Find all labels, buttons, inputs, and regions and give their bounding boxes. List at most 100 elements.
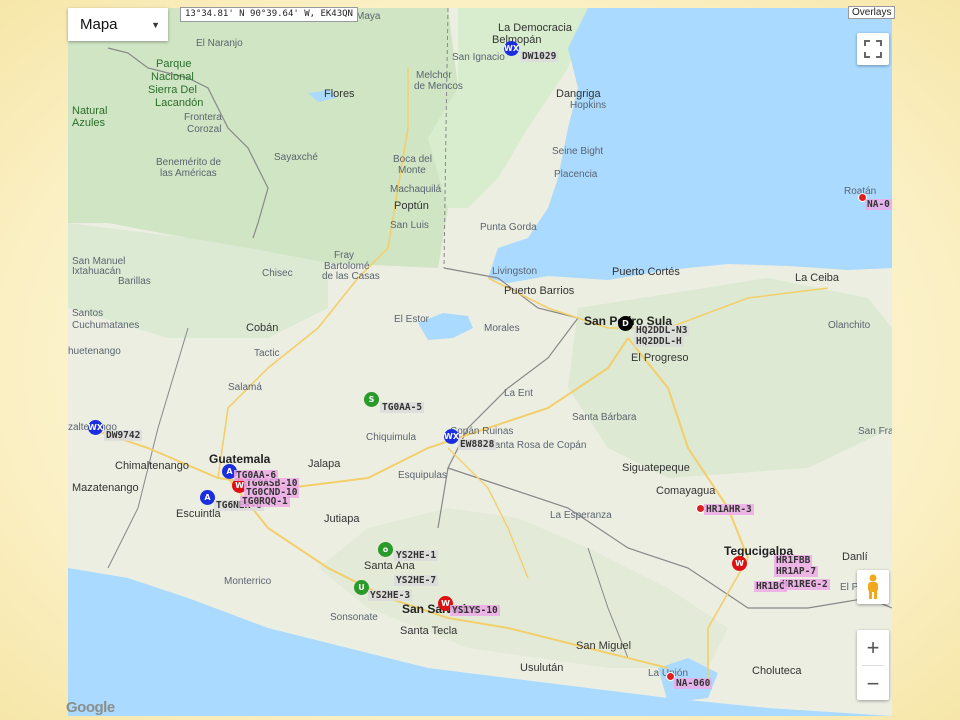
wide-area-digi-icon[interactable]: W xyxy=(732,556,747,571)
place-barillas: Barillas xyxy=(118,276,151,287)
place-ixtahuacan: Ixtahuacán xyxy=(72,266,121,277)
place-siguatepeque: Siguatepeque xyxy=(622,462,690,474)
place-sayaxche: Sayaxché xyxy=(274,152,318,163)
overlays-button[interactable]: Overlays xyxy=(848,6,896,19)
station-label[interactable]: TG0AA-6 xyxy=(234,470,279,481)
place-jutiapa: Jutiapa xyxy=(324,513,360,525)
star-station-icon[interactable]: S xyxy=(364,392,379,407)
place-puerto-barrios: Puerto Barrios xyxy=(504,285,575,297)
station-label[interactable]: YS2HE-3 xyxy=(368,590,413,601)
place-usulutan: Usulután xyxy=(520,662,564,674)
place-chiquimula: Chiquimula xyxy=(366,432,417,443)
place-azules: Azules xyxy=(72,117,106,129)
station-label[interactable]: HR1BC xyxy=(754,581,787,592)
station-label[interactable]: YS2HE-7 xyxy=(394,575,439,586)
place-jalapa: Jalapa xyxy=(308,458,341,470)
place-santa-ana: Santa Ana xyxy=(364,560,415,572)
place-fray: Fray xyxy=(334,250,354,261)
place-san-francisco: San Franc xyxy=(858,426,892,437)
map-type-label: Mapa xyxy=(80,16,118,33)
place-seine-bight: Seine Bight xyxy=(552,146,604,157)
street-view-button[interactable] xyxy=(857,570,889,604)
google-logo: Google xyxy=(66,699,115,716)
place-guatemala: Guatemala xyxy=(209,452,271,466)
place-flores: Flores xyxy=(324,88,355,100)
weather-station-icon[interactable]: WX xyxy=(444,429,459,444)
place-el-naranjo: El Naranjo xyxy=(196,38,243,49)
place-danli: Danlí xyxy=(842,551,868,563)
station-label[interactable]: HQ2DDL-H xyxy=(634,336,684,347)
place-choluteca: Choluteca xyxy=(752,665,802,677)
weather-station-icon[interactable]: WX xyxy=(88,420,103,435)
weather-station-icon[interactable]: WX xyxy=(504,41,519,56)
place-san-ignacio: San Ignacio xyxy=(452,52,505,63)
station-label[interactable]: EW8828 xyxy=(458,439,497,450)
place-el-progreso: El Progreso xyxy=(631,352,689,364)
place-hopkins: Hopkins xyxy=(570,100,607,111)
place-salama: Salamá xyxy=(228,382,262,393)
map-type-select[interactable]: Mapa ▼ xyxy=(68,8,168,41)
station-label[interactable]: DW1029 xyxy=(520,51,559,62)
station-label[interactable]: TG0RQQ-1 xyxy=(240,496,290,507)
place-las-americas: las Américas xyxy=(160,168,217,179)
place-santos: Santos xyxy=(72,308,104,319)
digipeater-icon[interactable]: D xyxy=(618,316,633,331)
place-dangriga: Dangriga xyxy=(556,88,601,100)
place-monterrico: Monterrico xyxy=(224,576,272,587)
place-santa-rosa-copan: Santa Rosa de Copán xyxy=(488,440,587,451)
place-cuchumatanes: Cuchumatanes xyxy=(72,320,140,331)
pegman-icon xyxy=(868,574,878,599)
station-label[interactable]: DW9742 xyxy=(104,430,143,441)
place-chisec: Chisec xyxy=(262,268,293,279)
place-olanchito: Olanchito xyxy=(828,320,871,331)
station-label[interactable]: HQ2DDL-N3 xyxy=(634,325,690,336)
place-san-miguel: San Miguel xyxy=(576,640,632,652)
place-corozal: Corozal xyxy=(187,124,222,135)
station-label[interactable]: TG0AA-5 xyxy=(380,402,425,413)
place-chimaltenango: Chimaltenango xyxy=(115,460,189,472)
place-de-mencos: de Mencos xyxy=(414,81,463,92)
place-la-ent: La Ent xyxy=(504,388,533,399)
place-natural: Natural xyxy=(72,105,108,117)
place-huehuetenango: huetenango xyxy=(68,346,121,357)
place-coban: Cobán xyxy=(246,322,279,334)
map-canvas[interactable]: Maya La Democracia Belmopán San Ignacio … xyxy=(68,8,892,716)
place-morales: Morales xyxy=(484,323,520,334)
place-livingston: Livingston xyxy=(492,266,538,277)
place-la-esperanza: La Esperanza xyxy=(550,510,612,521)
station-label[interactable]: YS2HE-1 xyxy=(394,550,439,561)
fullscreen-icon xyxy=(864,40,882,58)
star-station-icon[interactable]: U xyxy=(354,580,369,595)
place-punta-gorda: Punta Gorda xyxy=(480,222,537,233)
place-puerto-cortes: Puerto Cortés xyxy=(612,266,680,278)
place-comayagua: Comayagua xyxy=(656,485,716,497)
star-station-icon[interactable]: o xyxy=(378,542,393,557)
coordinate-readout: 13°34.81' N 90°39.64' W, EK43QN xyxy=(180,7,358,22)
station-label[interactable]: HR1REG-2 xyxy=(780,579,830,590)
place-sonsonate: Sonsonate xyxy=(330,612,378,623)
fullscreen-button[interactable] xyxy=(857,33,889,65)
place-esquipulas: Esquipulas xyxy=(398,470,447,481)
place-sierra: Sierra Del xyxy=(148,84,197,96)
station-a-icon[interactable]: A xyxy=(200,490,215,505)
zoom-in-button[interactable]: + xyxy=(857,630,889,665)
place-monte: Monte xyxy=(398,165,426,176)
zoom-control[interactable]: + − xyxy=(857,630,889,700)
place-san-luis: San Luis xyxy=(390,220,429,231)
station-label[interactable]: NA-0 xyxy=(865,199,892,210)
place-nacional: Nacional xyxy=(151,71,194,83)
place-melchor: Melchor xyxy=(416,70,452,81)
station-label[interactable]: HR1AHR-3 xyxy=(704,504,754,515)
place-santa-tecla: Santa Tecla xyxy=(400,625,458,637)
place-copan-ruinas: Copán Ruinas xyxy=(450,426,514,437)
station-label[interactable]: HR1AP-7 xyxy=(774,566,819,577)
station-label[interactable]: YS1YS-10 xyxy=(450,605,500,616)
place-parque: Parque xyxy=(156,58,192,70)
place-poptun: Poptún xyxy=(394,200,429,212)
place-la-democracia: La Democracia xyxy=(498,22,572,34)
station-label[interactable]: HR1FBB xyxy=(774,555,813,566)
zoom-out-button[interactable]: − xyxy=(857,666,889,701)
station-label[interactable]: NA-060 xyxy=(674,678,713,689)
place-mazatenango: Mazatenango xyxy=(72,482,139,494)
place-boca-del-monte: Boca del xyxy=(393,154,432,165)
